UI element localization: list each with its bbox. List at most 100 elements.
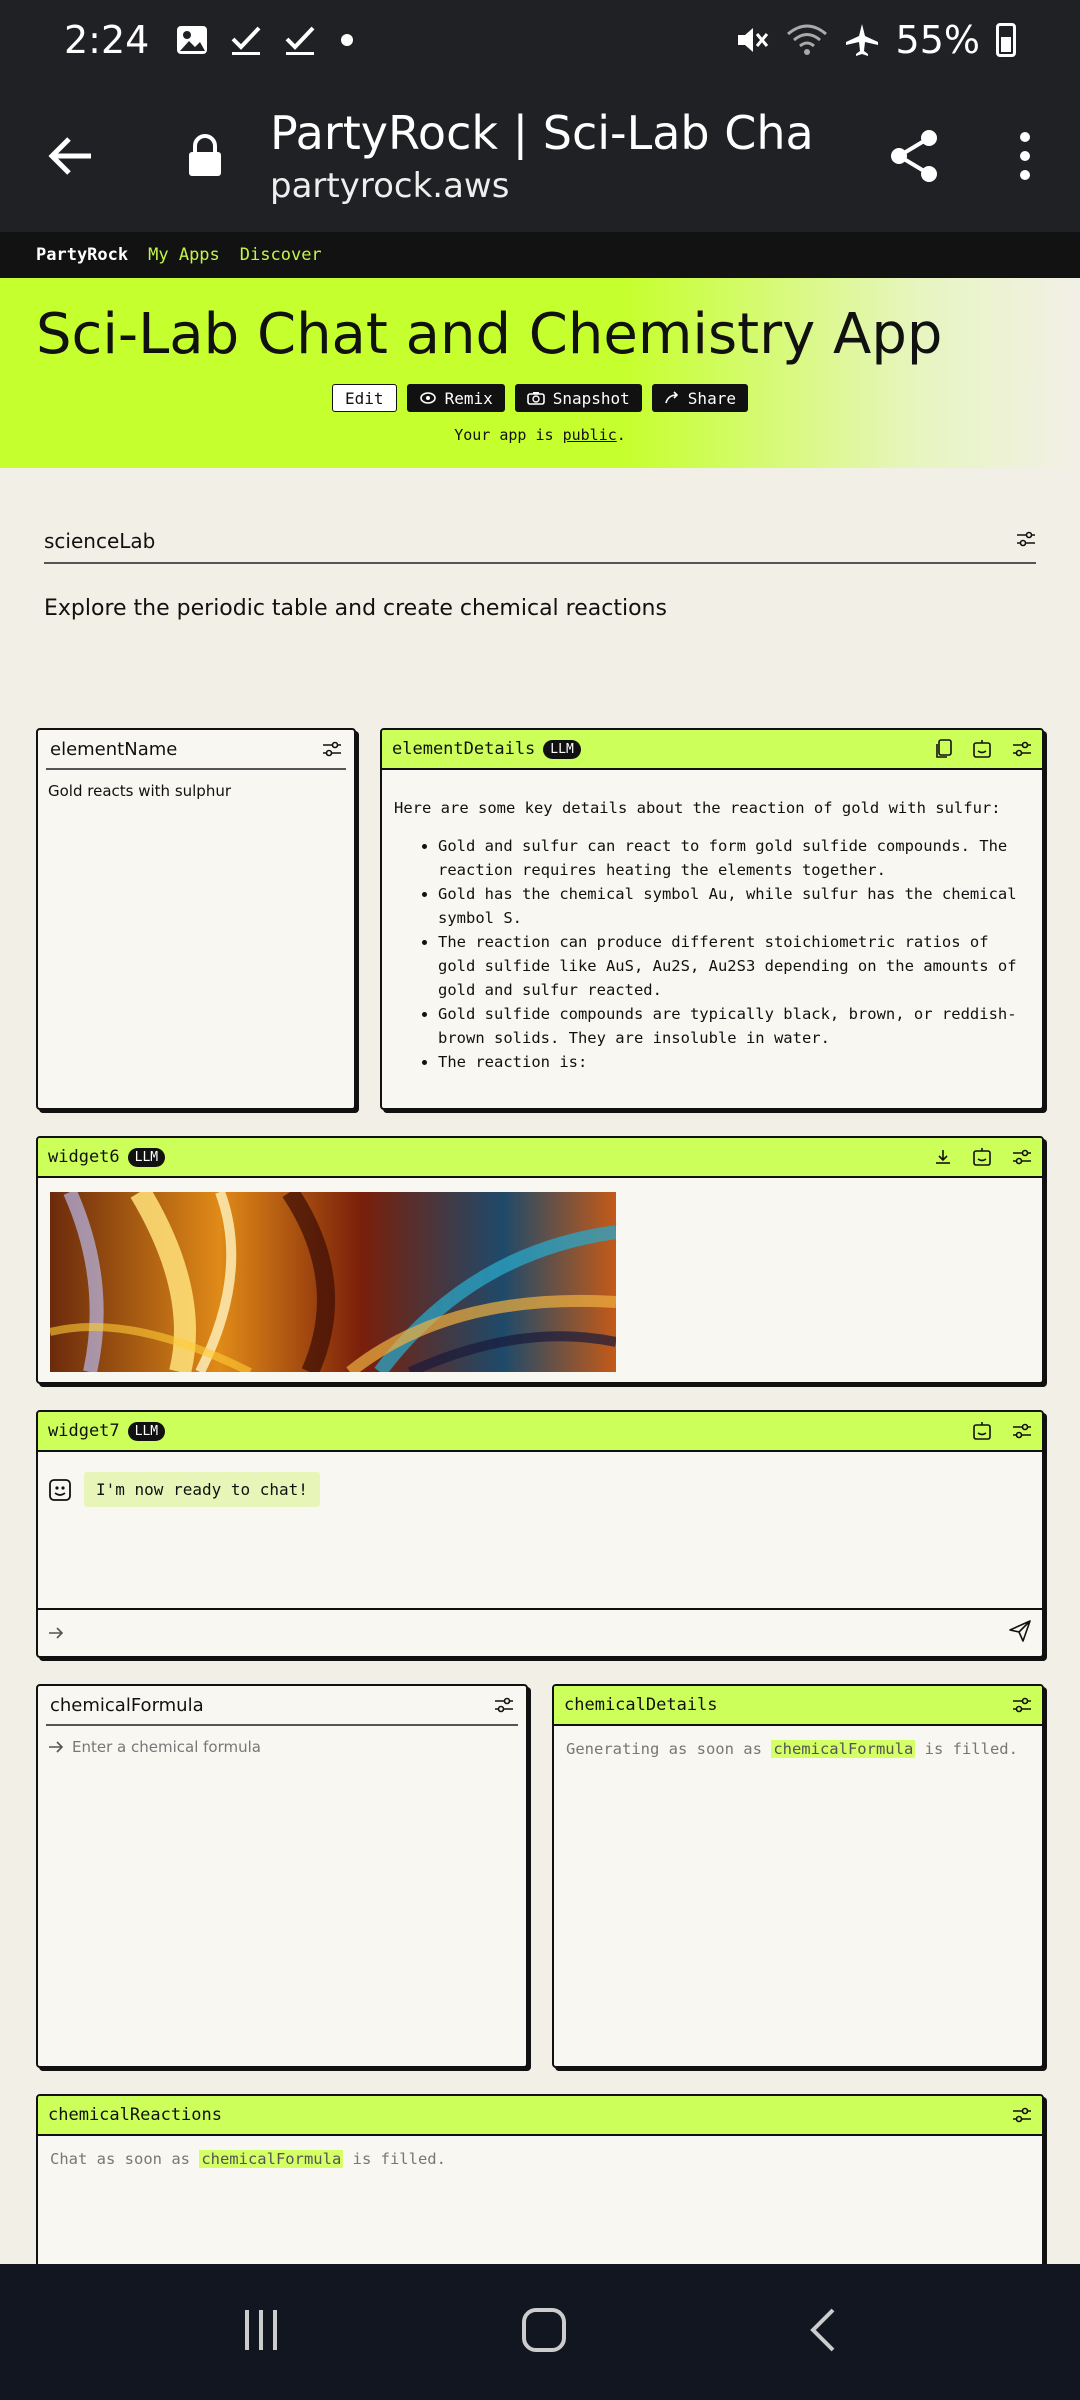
remix-button[interactable]: Remix [406, 384, 505, 412]
input-reference: chemicalFormula [771, 1740, 916, 1758]
send-icon [1009, 1620, 1031, 1642]
sliders-icon [1017, 531, 1035, 547]
status-suffix: is filled. [343, 2150, 446, 2168]
chemical-formula-input[interactable]: Enter a chemical formula [38, 1726, 526, 1768]
status-suffix: is filled. [915, 1740, 1018, 1758]
app-header: Sci-Lab Chat and Chemistry App Edit Remi… [0, 278, 1080, 468]
nav-link-my-apps[interactable]: My Apps [148, 245, 220, 265]
dot-icon [341, 34, 354, 46]
element-name-input[interactable]: Gold reacts with sulphur [38, 770, 354, 812]
sliders-icon[interactable] [494, 1696, 514, 1714]
widget-title: elementDetails [392, 739, 536, 759]
settings-button[interactable] [1016, 529, 1036, 553]
battery-icon [996, 23, 1016, 57]
status-bar: 2:24 55% [0, 0, 1080, 80]
details-bullet: Gold and sulfur can react to form gold s… [438, 834, 1030, 882]
chemical-reactions-status: Chat as soon as chemicalFormula is fille… [38, 2136, 1042, 2182]
app-name: scienceLab [44, 529, 156, 553]
widget-image: widget6 LLM [36, 1136, 1044, 1384]
app-description: Explore the periodic table and create ch… [44, 596, 667, 621]
more-vert-icon [1020, 132, 1030, 180]
menu-button[interactable] [970, 131, 1080, 181]
check-icon [285, 26, 315, 55]
share-app-button[interactable]: Share [651, 384, 748, 412]
bot-avatar-icon [49, 1478, 71, 1501]
nav-link-discover[interactable]: Discover [240, 245, 322, 265]
widget-chemical-details: chemicalDetails Generating as soon as ch… [552, 1684, 1044, 2068]
input-reference: chemicalFormula [199, 2150, 344, 2168]
edit-label: Edit [345, 388, 384, 408]
element-details-output: Here are some key details about the reac… [382, 770, 1042, 1074]
visibility-prefix: Your app is [454, 426, 563, 444]
generated-image [50, 1192, 616, 1372]
sliders-icon[interactable] [1012, 740, 1032, 758]
chat-message: I'm now ready to chat! [48, 1472, 320, 1507]
back-button[interactable] [0, 131, 140, 181]
send-button[interactable] [1008, 1619, 1032, 1647]
share-label: Share [687, 388, 736, 408]
llm-badge: LLM [127, 1421, 166, 1441]
brand-link[interactable]: PartyRock [36, 245, 128, 265]
visibility-note: Your app is public. [0, 426, 1080, 444]
arrow-left-icon [48, 137, 91, 175]
chat-input[interactable] [38, 1608, 1042, 1656]
llm-badge: LLM [127, 1147, 166, 1167]
browser-toolbar: PartyRock | Sci-Lab Chat ... partyrock.a… [0, 80, 1080, 232]
llm-badge: LLM [543, 739, 581, 759]
widget-title: chemicalReactions [48, 2105, 222, 2125]
site-info-button[interactable] [140, 134, 270, 178]
details-bullet: The reaction can produce different stoic… [438, 930, 1030, 1002]
share-icon [891, 130, 937, 182]
widget-title: chemicalFormula [50, 1694, 204, 1716]
widget-chemical-formula: chemicalFormula Enter a chemical formula [36, 1684, 528, 2068]
bot-icon[interactable] [972, 1147, 992, 1167]
widget-element-details: elementDetails LLM Here are some key det… [380, 728, 1044, 1110]
details-bullet: Gold has the chemical symbol Au, while s… [438, 882, 1030, 930]
recent-apps-button[interactable] [239, 2308, 283, 2356]
system-navigation-bar [0, 2264, 1080, 2400]
app-name-row: scienceLab [44, 520, 1036, 564]
sliders-icon[interactable] [322, 740, 342, 758]
sliders-icon[interactable] [1012, 2106, 1032, 2124]
download-icon[interactable] [934, 1148, 952, 1166]
status-time: 2:24 [64, 18, 150, 62]
wifi-icon [786, 24, 827, 55]
arrow-right-icon [49, 1741, 64, 1753]
share-arrow-icon [665, 391, 678, 404]
sliders-icon[interactable] [1012, 1696, 1032, 1714]
recents-icon [244, 2310, 277, 2350]
formula-placeholder: Enter a chemical formula [72, 1738, 261, 1756]
details-bullet: The reaction is: [438, 1050, 1030, 1074]
sliders-icon[interactable] [1012, 1148, 1032, 1166]
widget-title: widget6 [48, 1147, 120, 1167]
widget-title: chemicalDetails [564, 1695, 718, 1715]
snapshot-button[interactable]: Snapshot [514, 384, 642, 412]
battery-percent: 55% [895, 18, 980, 62]
status-prefix: Generating as soon as [566, 1740, 772, 1758]
details-intro: Here are some key details about the reac… [394, 799, 1001, 817]
chemical-details-status: Generating as soon as chemicalFormula is… [554, 1726, 1042, 1772]
app-title: Sci-Lab Chat and Chemistry App [36, 302, 943, 367]
public-link[interactable]: public [563, 426, 617, 444]
edit-button[interactable]: Edit [332, 384, 397, 412]
sliders-icon[interactable] [1012, 1422, 1032, 1440]
arrow-right-icon [49, 1627, 64, 1639]
app-navigation: PartyRock My Apps Discover [0, 232, 1080, 278]
copy-icon[interactable] [934, 739, 952, 759]
mute-icon [737, 28, 768, 52]
home-button[interactable] [520, 2306, 568, 2358]
share-button[interactable] [860, 128, 970, 184]
system-back-button[interactable] [805, 2306, 841, 2358]
page-title: PartyRock | Sci-Lab Chat ... [270, 106, 810, 160]
address-bar[interactable]: PartyRock | Sci-Lab Chat ... partyrock.a… [270, 106, 860, 206]
lock-icon [189, 134, 221, 176]
camera-icon [526, 392, 545, 405]
bot-icon[interactable] [972, 739, 992, 759]
bot-icon[interactable] [972, 1421, 992, 1441]
snapshot-label: Snapshot [552, 388, 630, 408]
chat-bubble: I'm now ready to chat! [84, 1472, 320, 1507]
airplane-icon [845, 24, 878, 56]
widget-chat: widget7 LLM I'm now ready to chat! [36, 1410, 1044, 1658]
home-icon [521, 2308, 566, 2352]
remix-icon [419, 392, 436, 404]
